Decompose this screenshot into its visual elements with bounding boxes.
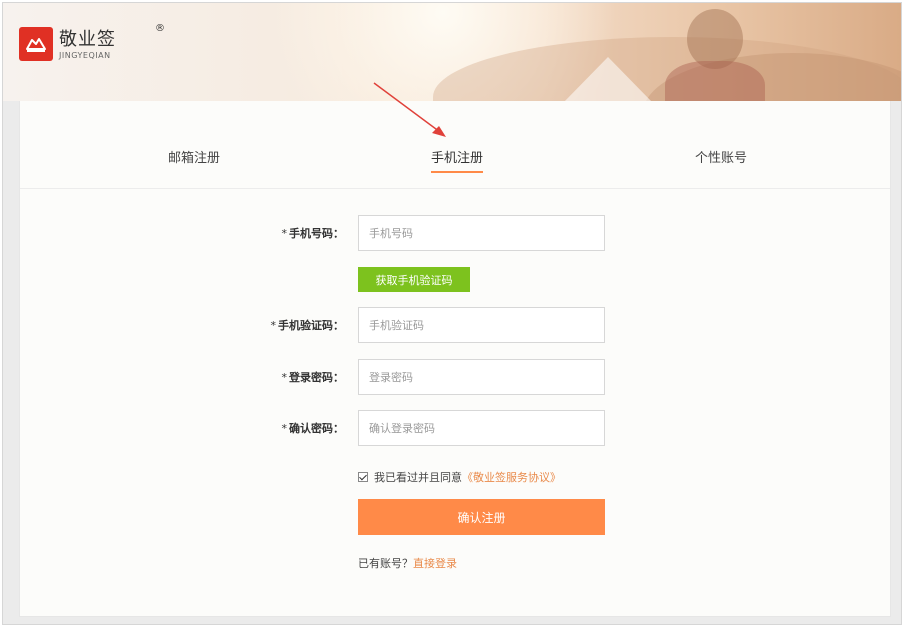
get-sms-code-button[interactable]: 获取手机验证码 bbox=[358, 267, 470, 292]
header-banner: 敬业签 ® JINGYEQIAN bbox=[3, 3, 901, 101]
banner-kite bbox=[563, 57, 653, 101]
register-tabs: 邮箱注册 手机注册 个性账号 bbox=[20, 101, 890, 189]
confirm-register-button[interactable]: 确认注册 bbox=[358, 499, 605, 535]
phone-row: * 手机号码： bbox=[20, 215, 890, 251]
sms-code-input[interactable] bbox=[358, 307, 605, 343]
page-frame: 敬业签 ® JINGYEQIAN 邮箱注册 手机注册 个性账号 *手机号码： 获… bbox=[2, 2, 902, 625]
agree-text: 我已看过并且同意 bbox=[374, 471, 462, 484]
password-row: * 登录密码： bbox=[20, 359, 890, 395]
brand-subtitle: JINGYEQIAN bbox=[59, 50, 111, 60]
confirm-password-row: * 确认密码： bbox=[20, 410, 890, 446]
banner-person-body bbox=[665, 61, 765, 101]
sms-code-label: * 手机验证码： bbox=[270, 319, 345, 332]
confirm-password-input[interactable] bbox=[358, 410, 605, 446]
brand-logo[interactable]: 敬业签 ® JINGYEQIAN bbox=[19, 23, 165, 61]
register-card: 邮箱注册 手机注册 个性账号 *手机号码： 获取手机验证码 *手机验证码： *登… bbox=[19, 101, 891, 617]
tab-custom-account[interactable]: 个性账号 bbox=[695, 147, 747, 173]
logo-icon bbox=[19, 27, 53, 61]
confirm-password-label: * 确认密码： bbox=[281, 422, 345, 435]
phone-input[interactable] bbox=[358, 215, 605, 251]
agreement-row: 我已看过并且同意 《敬业签服务协议》 bbox=[358, 469, 561, 485]
tab-email-register[interactable]: 邮箱注册 bbox=[168, 147, 220, 173]
sms-code-row: * 手机验证码： bbox=[20, 307, 890, 343]
password-label: * 登录密码： bbox=[281, 371, 345, 384]
direct-login-link[interactable]: 直接登录 bbox=[413, 557, 457, 570]
login-prompt: 已有账号？直接登录 bbox=[358, 555, 457, 571]
banner-person-head bbox=[687, 9, 743, 69]
have-account-text: 已有账号？ bbox=[358, 557, 413, 570]
password-input[interactable] bbox=[358, 359, 605, 395]
phone-label: * 手机号码： bbox=[281, 227, 345, 240]
tab-phone-register[interactable]: 手机注册 bbox=[431, 147, 484, 173]
registered-mark: ® bbox=[155, 22, 165, 34]
agree-checkbox[interactable] bbox=[358, 472, 368, 482]
service-agreement-link[interactable]: 《敬业签服务协议》 bbox=[462, 469, 561, 485]
brand-name: 敬业签 bbox=[59, 28, 116, 50]
logo-text: 敬业签 ® JINGYEQIAN bbox=[59, 23, 165, 60]
